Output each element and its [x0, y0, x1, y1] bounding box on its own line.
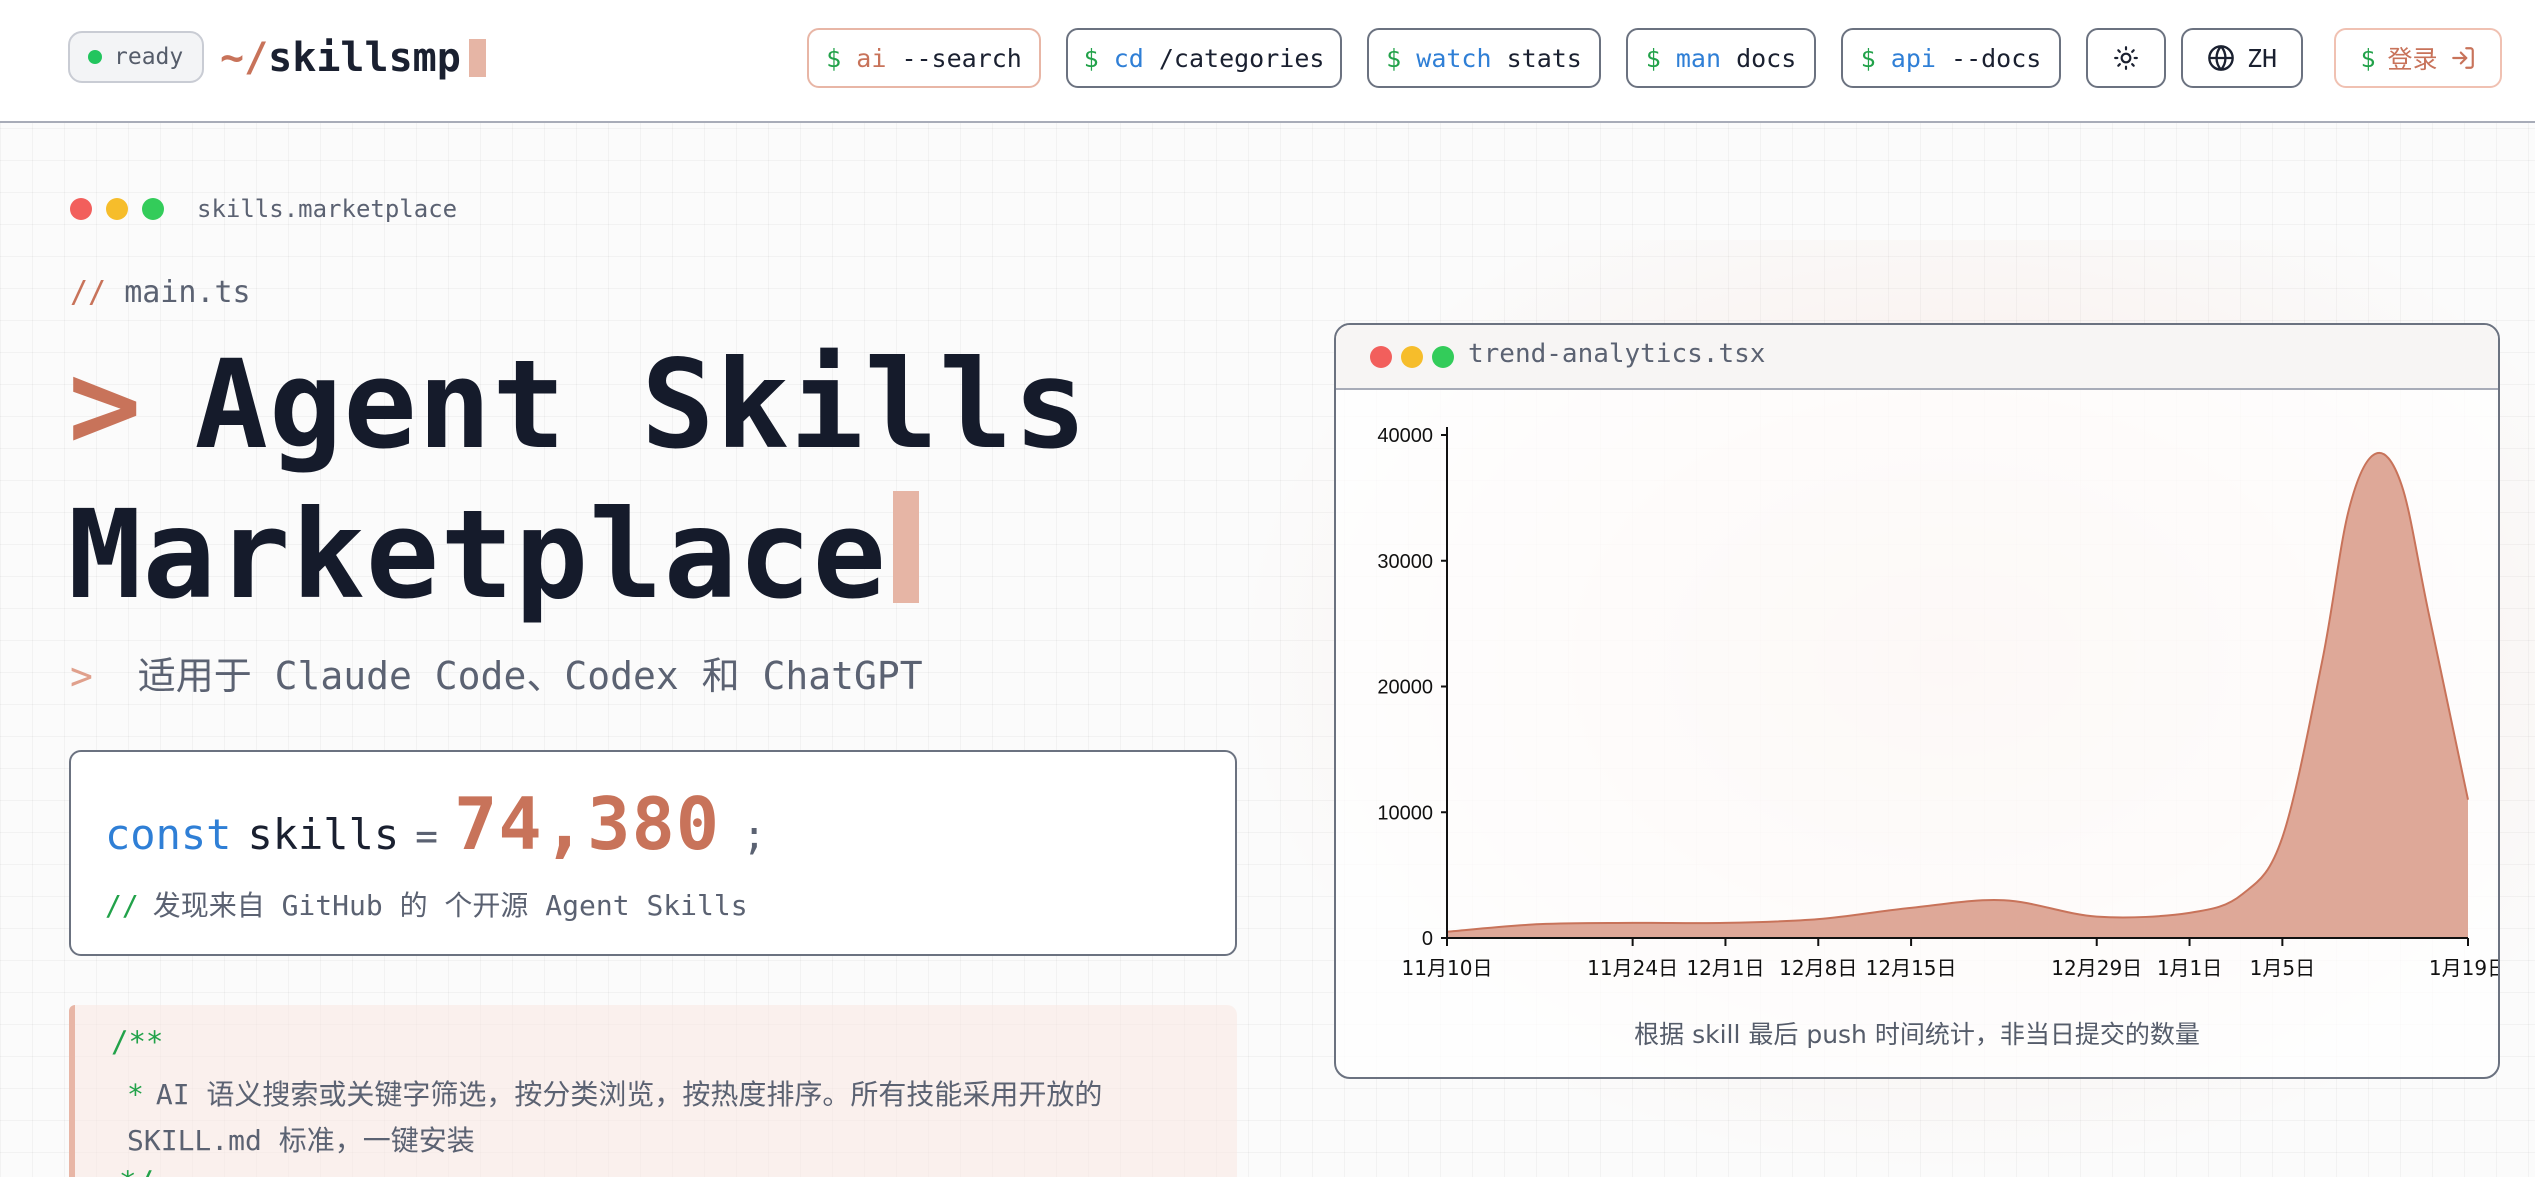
login-button[interactable]: $ 登录	[2334, 28, 2502, 88]
y-tick-label: 10000	[1377, 802, 1433, 824]
counter-comment: // 发现来自 GitHub 的 个开源 Agent Skills	[105, 884, 748, 924]
prompt-dollar: $	[1645, 43, 1661, 73]
x-tick-label: 1月5日	[2250, 956, 2315, 980]
site-logo[interactable]: ~/ skillsmp	[220, 30, 486, 86]
chart-caption: 根据 skill 最后 push 时间统计，非当日提交的数量	[1634, 1020, 2200, 1049]
status-label: ready	[114, 44, 184, 70]
file-name: main.ts	[124, 275, 251, 310]
x-tick-label: 1月19日	[2429, 956, 2500, 980]
globe-icon	[2207, 44, 2235, 72]
x-tick-label: 11月10日	[1402, 956, 1493, 980]
y-tick-label: 20000	[1377, 677, 1433, 699]
semicolon: ;	[742, 813, 767, 859]
x-tick-label: 12月8日	[1779, 956, 1857, 980]
window-close-dot	[70, 198, 92, 220]
doc-star: *	[127, 1078, 144, 1111]
nav-command: watch	[1416, 43, 1492, 73]
window-maximize-dot	[142, 198, 164, 220]
nav-docs-button[interactable]: $ man docs	[1626, 28, 1816, 88]
nav-arg: /categories	[1158, 43, 1325, 73]
y-tick-label: 0	[1422, 928, 1433, 950]
file-comment: // main.ts	[70, 275, 251, 310]
sun-icon	[2113, 45, 2139, 71]
x-tick-label: 12月29日	[2051, 956, 2142, 980]
logo-name: skillsmp	[268, 35, 461, 81]
const-keyword: const	[105, 810, 232, 859]
hero-line-1: Agent Skills	[194, 334, 1088, 476]
doc-comment-block: /** * AI 语义搜索或关键字筛选，按分类浏览，按热度排序。所有技能采用开放的…	[69, 1005, 1237, 1177]
doc-line-1-text: AI 语义搜索或关键字筛选，按分类浏览，按热度排序。所有技能采用开放的	[155, 1078, 1103, 1111]
window-title: skills.marketplace	[197, 195, 458, 223]
prompt-dollar: $	[2360, 43, 2376, 73]
x-tick-label: 1月1日	[2157, 956, 2222, 980]
skills-count: 74,380	[454, 782, 721, 866]
nav-api-docs-button[interactable]: $ api --docs	[1841, 28, 2061, 88]
doc-close: */	[119, 1165, 154, 1177]
hero-prompt: >	[68, 334, 143, 476]
nav-arg: docs	[1736, 43, 1797, 73]
subtitle: > 适用于 Claude Code、Codex 和 ChatGPT	[70, 645, 923, 700]
prompt-dollar: $	[1860, 43, 1876, 73]
top-navbar: ready ~/ skillsmp $ ai --search $ cd /ca…	[0, 0, 2535, 123]
doc-line-1: * AI 语义搜索或关键字筛选，按分类浏览，按热度排序。所有技能采用开放的	[127, 1073, 1102, 1113]
x-tick-label: 11月24日	[1587, 956, 1678, 980]
nav-arg: --search	[901, 43, 1022, 73]
nav-arg: stats	[1506, 43, 1582, 73]
counter-line: const skills = 74,380 ;	[105, 782, 766, 866]
status-badge: ready	[68, 31, 204, 83]
equals-sign: =	[415, 814, 439, 858]
doc-line-2: SKILL.md 标准，一键安装	[127, 1124, 475, 1157]
nav-ai-search-button[interactable]: $ ai --search	[807, 28, 1041, 88]
sign-in-icon	[2450, 45, 2476, 71]
nav-command: ai	[856, 43, 887, 73]
window-minimize-dot	[106, 198, 128, 220]
login-label: 登录	[2387, 45, 2438, 74]
nav-command: cd	[1113, 43, 1144, 73]
hero-line-2: Marketplace	[68, 484, 887, 626]
y-tick-label: 30000	[1377, 551, 1433, 573]
cursor-block	[468, 39, 486, 77]
comment-slashes: //	[105, 889, 139, 922]
prompt-dollar: $	[826, 43, 842, 73]
nav-arg: --docs	[1951, 43, 2042, 73]
counter-comment-text: 发现来自 GitHub 的 个开源 Agent Skills	[152, 889, 748, 922]
logo-prefix: ~/	[220, 35, 269, 81]
nav-stats-button[interactable]: $ watch stats	[1367, 28, 1601, 88]
nav-categories-button[interactable]: $ cd /categories	[1066, 28, 1342, 88]
subtitle-text: 适用于 Claude Code、Codex 和 ChatGPT	[137, 654, 923, 698]
language-switch-button[interactable]: ZH	[2181, 28, 2303, 88]
comment-slashes: //	[70, 275, 107, 310]
prompt-dollar: $	[1386, 43, 1402, 73]
trend-chart: 0 10000 20000 30000 40000 11月10日 11月24日 12月1日 12…	[1377, 425, 2500, 980]
cursor-block	[892, 491, 919, 603]
nav-command: man	[1675, 43, 1721, 73]
page-title: > Agent Skills Marketplace	[68, 330, 1088, 630]
y-tick-label: 40000	[1377, 425, 1433, 447]
subtitle-prompt: >	[70, 654, 93, 698]
counter-variable: skills	[247, 810, 400, 859]
status-dot	[88, 50, 102, 64]
language-label: ZH	[2246, 43, 2278, 73]
trend-chart-card: trend-analytics.tsx 0 10000 20000 30000 4000…	[1334, 323, 2500, 1079]
x-tick-label: 12月1日	[1686, 956, 1764, 980]
theme-toggle-button[interactable]	[2086, 28, 2166, 88]
skills-counter-card: const skills = 74,380 ; // 发现来自 GitHub 的 …	[69, 750, 1237, 956]
nav-command: api	[1890, 43, 1936, 73]
x-tick-label: 12月15日	[1866, 956, 1957, 980]
prompt-dollar: $	[1083, 43, 1099, 73]
doc-open: /**	[111, 1025, 164, 1059]
